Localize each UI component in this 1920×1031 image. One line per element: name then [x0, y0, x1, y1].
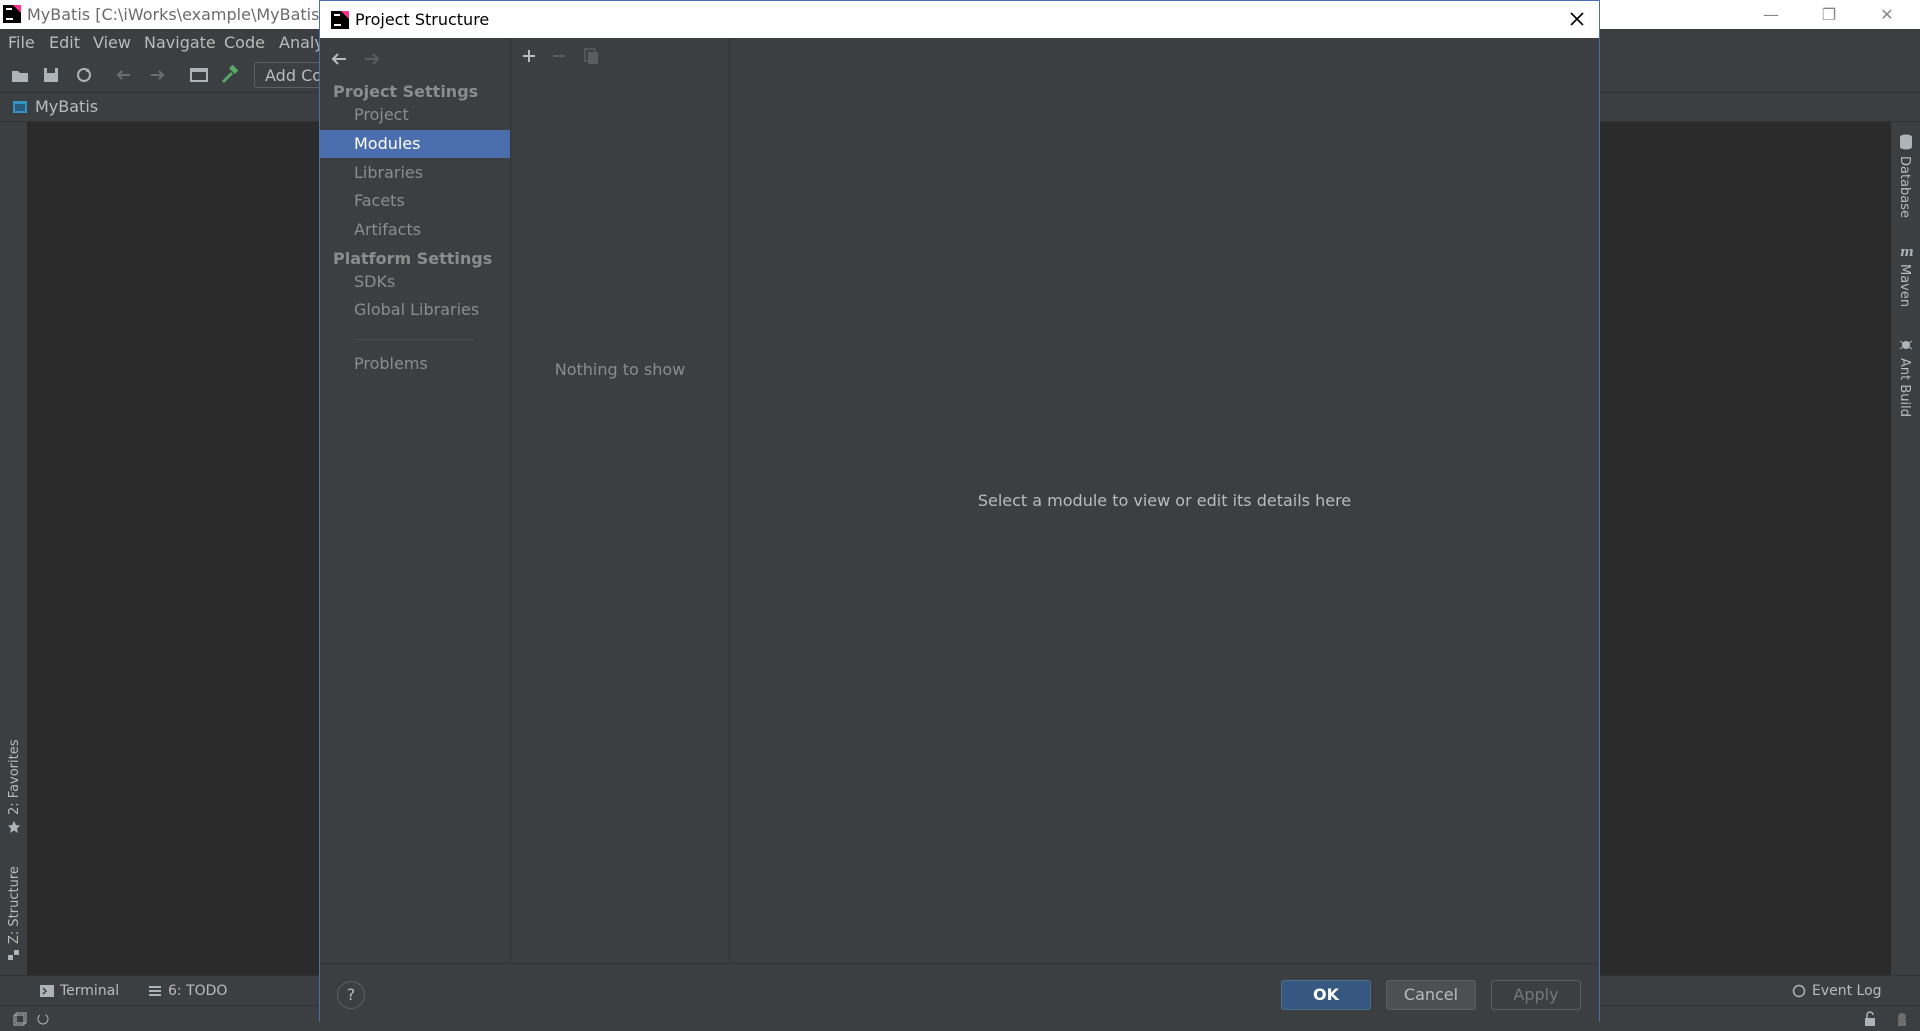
nav-item-facets-label: Facets: [354, 191, 405, 210]
open-folder-icon[interactable]: [9, 64, 31, 86]
nav-item-artifacts-label: Artifacts: [354, 220, 422, 239]
nav-item-problems-label: Problems: [354, 354, 428, 373]
intellij-logo-icon: [3, 5, 21, 23]
close-window-icon[interactable]: ✕: [1858, 2, 1916, 28]
project-structure-dialog: Project Structure Project Settings Proje…: [319, 0, 1600, 1022]
project-settings-header: Project Settings: [333, 82, 479, 101]
lock-icon[interactable]: [1862, 1011, 1878, 1027]
copy-icon[interactable]: [581, 46, 601, 66]
ant-build-tool-button[interactable]: Ant Build: [1897, 358, 1912, 417]
database-tool-button[interactable]: Database: [1897, 156, 1912, 218]
forward-arrow-icon[interactable]: [361, 48, 383, 70]
build-hammer-icon[interactable]: [219, 64, 241, 86]
sync-icon[interactable]: [73, 64, 95, 86]
save-icon[interactable]: [40, 64, 62, 86]
window-title: MyBatis [C:\iWorks\example\MyBatis] - I: [27, 5, 347, 24]
toggle-tool-windows-icon[interactable]: [13, 1012, 27, 1026]
forward-arrow-icon[interactable]: [146, 64, 168, 86]
project-structure-icon[interactable]: [188, 64, 210, 86]
ok-button[interactable]: OK: [1281, 980, 1371, 1010]
nav-divider: [354, 339, 474, 340]
nav-item-libraries[interactable]: Libraries: [320, 159, 510, 187]
terminal-icon: [40, 985, 54, 997]
settings-nav: Project Settings Project Modules Librari…: [320, 38, 511, 963]
star-icon: [8, 821, 20, 833]
menu-navigate[interactable]: Navigate: [144, 33, 216, 52]
nav-item-libraries-label: Libraries: [354, 163, 424, 182]
favorites-tool-button[interactable]: 2: Favorites: [7, 739, 22, 815]
empty-list-message: Nothing to show: [554, 360, 686, 379]
menu-code[interactable]: Code: [224, 33, 265, 52]
nav-item-global-libraries-label: Global Libraries: [354, 300, 480, 319]
nav-item-modules[interactable]: Modules: [320, 130, 510, 158]
nav-item-sdks[interactable]: SDKs: [320, 268, 510, 296]
back-arrow-icon[interactable]: [113, 64, 135, 86]
nav-item-global-libraries[interactable]: Global Libraries: [320, 296, 510, 324]
intellij-logo-icon: [331, 11, 349, 29]
terminal-tab[interactable]: Terminal: [60, 983, 119, 999]
add-icon[interactable]: [519, 46, 539, 66]
right-tool-strip: Database m Maven Ant Build: [1891, 122, 1920, 975]
event-log-icon: [1792, 984, 1806, 998]
close-icon[interactable]: [1565, 7, 1589, 31]
database-icon: [1900, 134, 1912, 150]
svg-text:m: m: [1900, 245, 1913, 258]
restore-icon[interactable]: ❐: [1800, 2, 1858, 28]
nav-item-sdks-label: SDKs: [354, 272, 396, 291]
menu-file[interactable]: File: [8, 33, 35, 52]
project-folder-icon: [13, 101, 27, 113]
maven-tool-button[interactable]: Maven: [1897, 264, 1912, 307]
inspector-icon[interactable]: [1894, 1011, 1910, 1027]
todo-list-icon: [149, 986, 161, 996]
nav-item-facets[interactable]: Facets: [320, 187, 510, 215]
remove-icon[interactable]: [549, 46, 569, 66]
breadcrumb-project[interactable]: MyBatis: [35, 97, 98, 116]
menu-edit[interactable]: Edit: [49, 33, 80, 52]
dialog-footer: ? OK Cancel Apply: [320, 963, 1599, 1022]
help-button[interactable]: ?: [337, 981, 365, 1009]
progress-icon: [37, 1013, 49, 1025]
minimize-icon[interactable]: —: [1742, 2, 1800, 28]
apply-button[interactable]: Apply: [1491, 980, 1581, 1010]
back-arrow-icon[interactable]: [328, 48, 350, 70]
dialog-title: Project Structure: [355, 10, 490, 29]
cancel-button[interactable]: Cancel: [1386, 980, 1476, 1010]
structure-tool-button[interactable]: Z: Structure: [7, 866, 22, 944]
nav-item-project-label: Project: [354, 105, 409, 124]
todo-tab[interactable]: 6: TODO: [168, 983, 227, 999]
event-log-tab[interactable]: Event Log: [1812, 983, 1882, 999]
module-list-panel: Nothing to show: [511, 38, 730, 963]
nav-item-problems[interactable]: Problems: [320, 350, 510, 378]
module-detail-panel: Select a module to view or edit its deta…: [730, 38, 1599, 963]
structure-icon: [8, 950, 19, 960]
ant-icon: [1899, 340, 1913, 350]
left-tool-strip: 2: Favorites Z: Structure: [0, 122, 27, 975]
nav-item-artifacts[interactable]: Artifacts: [320, 216, 510, 244]
menu-view[interactable]: View: [93, 33, 131, 52]
maven-icon: m: [1900, 245, 1913, 258]
menu-analyze[interactable]: Analy: [279, 33, 324, 52]
nav-item-project[interactable]: Project: [320, 101, 510, 129]
detail-placeholder: Select a module to view or edit its deta…: [977, 491, 1352, 510]
nav-item-modules-label: Modules: [354, 134, 421, 153]
dialog-titlebar: Project Structure: [320, 1, 1599, 38]
platform-settings-header: Platform Settings: [333, 249, 493, 268]
